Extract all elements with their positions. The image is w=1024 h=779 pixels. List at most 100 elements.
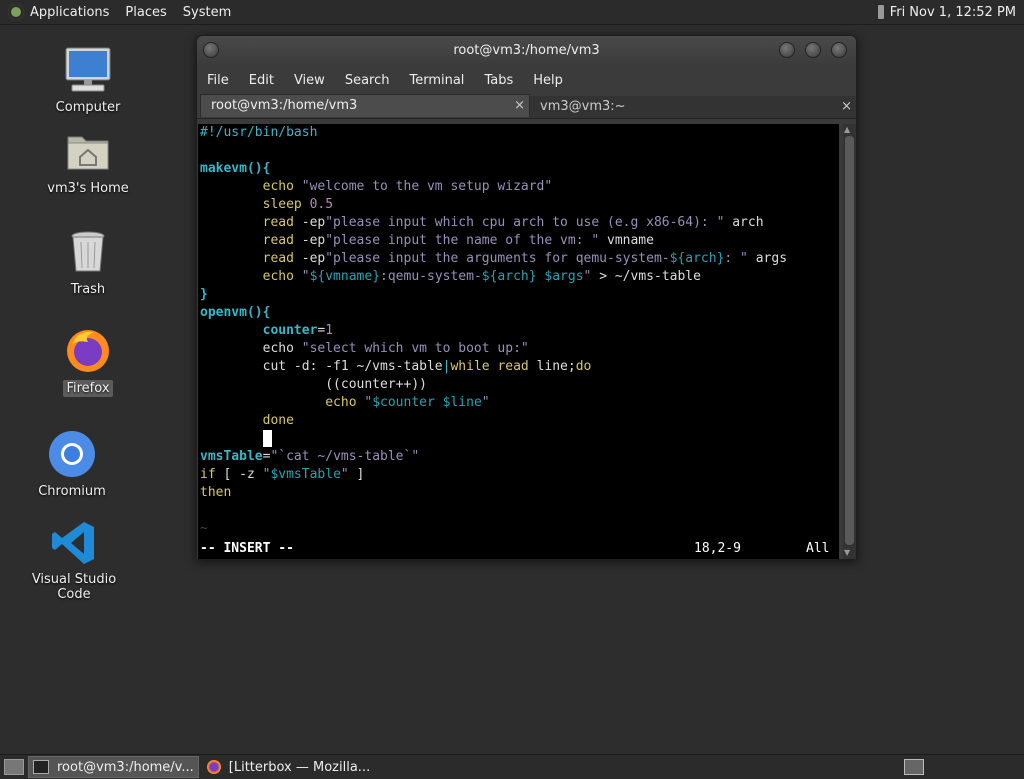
code-text: ]	[348, 467, 365, 482]
code-line: counter=1	[198, 322, 839, 340]
code-text: vmname	[599, 233, 654, 248]
code-text: read	[200, 215, 302, 230]
vim-mode: -- INSERT --	[200, 541, 294, 556]
desktop-icon-trash[interactable]: Trash	[33, 228, 143, 297]
code-text: [ -z	[223, 467, 263, 482]
code-text: "please input the arguments for qemu-sys…	[325, 251, 670, 266]
firefox-icon	[206, 760, 221, 774]
code-text: sleep	[200, 197, 310, 212]
code-text: "`cat ~/vms-table`"	[270, 449, 420, 464]
code-text: $vmsTable	[270, 467, 341, 482]
code-text: :qemu-system-	[380, 269, 482, 284]
code-line: openvm(){	[198, 304, 839, 322]
code-text: line;	[536, 359, 576, 374]
show-desktop-icon[interactable]	[4, 759, 24, 775]
menu-file[interactable]: File	[207, 73, 229, 88]
scroll-up-icon[interactable]: ▲	[844, 125, 850, 134]
code-line: sleep 0.5	[198, 196, 839, 214]
code-text: -ep	[301, 233, 326, 248]
desktop-icon-vscode[interactable]: Visual Studio Code	[19, 520, 129, 602]
tab-label: vm3@vm3:~	[540, 99, 626, 114]
terminal-scrollbar[interactable]: ▲ ▼	[843, 124, 856, 559]
cursor-position: 18,2-9	[694, 541, 741, 556]
tab-close-icon[interactable]: ×	[841, 96, 852, 118]
menu-tabs[interactable]: Tabs	[484, 73, 513, 88]
desktop-icon-chromium[interactable]: Chromium	[17, 430, 127, 499]
code-line	[198, 430, 839, 448]
bottom-taskbar: root@vm3:/home/v... [Litterbox — Mozilla…	[0, 754, 1024, 779]
scroll-position: All	[806, 541, 830, 556]
vscode-icon	[51, 520, 97, 566]
code-line: read -ep"please input which cpu arch to …	[198, 214, 839, 232]
menu-search[interactable]: Search	[345, 73, 390, 88]
menu-system[interactable]: System	[183, 5, 231, 20]
desktop-icon-label: Visual Studio Code	[31, 572, 117, 602]
code-text: 0.5	[309, 197, 334, 212]
code-text: ${vmname}	[309, 269, 381, 284]
text-cursor	[262, 430, 272, 447]
terminal-content[interactable]: #!/usr/bin/bash makevm(){ echo "welcome …	[198, 124, 839, 559]
tab-close-icon[interactable]: ×	[514, 95, 525, 117]
menu-terminal[interactable]: Terminal	[409, 73, 464, 88]
code-text: : "	[724, 251, 748, 266]
code-text: "please input the name of the vm: "	[325, 233, 600, 248]
menu-view[interactable]: View	[294, 73, 325, 88]
workspace-switcher[interactable]	[904, 759, 924, 775]
close-button[interactable]	[831, 42, 847, 58]
code-text: read	[200, 233, 302, 248]
window-title: root@vm3:/home/vm3	[453, 43, 600, 58]
tab-vm3[interactable]: vm3@vm3:~ ×	[530, 96, 856, 118]
desktop-icon-computer[interactable]: Computer	[33, 46, 143, 115]
code-text: vmsTable	[200, 449, 263, 464]
trash-icon	[64, 228, 112, 276]
desktop-icon-label: vm3's Home	[47, 181, 129, 196]
taskbar-item-label: root@vm3:/home/v...	[57, 759, 194, 775]
code-text: $line	[442, 395, 482, 410]
code-line: echo "${vmname}:qemu-system-${arch} $arg…	[198, 268, 839, 286]
code-text: then	[200, 485, 232, 500]
distro-logo-icon[interactable]	[8, 4, 24, 20]
code-text: }	[200, 287, 208, 302]
terminal-window[interactable]: root@vm3:/home/vm3 File Edit View Search…	[196, 35, 857, 560]
clock[interactable]: Fri Nov 1, 12:52 PM	[890, 5, 1016, 20]
tab-label: root@vm3:/home/vm3	[211, 98, 358, 113]
desktop-icon-home[interactable]: vm3's Home	[33, 127, 143, 196]
code-text: done	[200, 413, 294, 428]
terminal-menubar: File Edit View Search Terminal Tabs Help	[197, 66, 856, 94]
code-line: cut -d: -f1 ~/vms-table|while read line;…	[198, 358, 839, 376]
menu-places[interactable]: Places	[125, 5, 166, 20]
top-panel: Applications Places System Fri Nov 1, 12…	[0, 0, 1024, 25]
code-text: read	[497, 359, 537, 374]
menu-edit[interactable]: Edit	[249, 73, 274, 88]
code-text: ${arch}	[481, 269, 537, 284]
minimize-button[interactable]	[779, 42, 795, 58]
desktop-icon-label: Computer	[55, 100, 121, 115]
tab-root[interactable]: root@vm3:/home/vm3 ×	[200, 94, 530, 117]
code-text: -ep	[301, 215, 326, 230]
taskbar-item-firefox[interactable]: [Litterbox — Mozilla...	[203, 757, 374, 777]
taskbar-item-terminal[interactable]: root@vm3:/home/v...	[28, 756, 199, 778]
code-text: do	[575, 359, 592, 374]
window-titlebar[interactable]: root@vm3:/home/vm3	[197, 36, 856, 66]
code-text: "	[301, 269, 310, 284]
code-text: arch	[724, 215, 764, 230]
scroll-down-icon[interactable]: ▼	[844, 548, 850, 557]
code-line: ((counter++))	[198, 376, 839, 394]
terminal-tabs: root@vm3:/home/vm3 × vm3@vm3:~ ×	[197, 94, 856, 119]
code-text: cut -d: -f1 ~/vms-table	[200, 359, 443, 374]
menu-help[interactable]: Help	[533, 73, 563, 88]
code-text: echo	[200, 341, 302, 356]
menu-applications[interactable]: Applications	[30, 5, 109, 20]
desktop-icon-firefox[interactable]: Firefox	[33, 326, 143, 397]
code-text: 1	[325, 323, 334, 338]
scrollbar-thumb[interactable]	[845, 136, 854, 545]
code-text: openvm(){	[200, 305, 271, 320]
code-text: "select which vm to boot up:"	[301, 341, 529, 356]
code-line: if [ -z "$vmsTable" ]	[198, 466, 839, 484]
maximize-button[interactable]	[805, 42, 821, 58]
code-text: read	[200, 251, 302, 266]
computer-icon	[64, 46, 112, 94]
